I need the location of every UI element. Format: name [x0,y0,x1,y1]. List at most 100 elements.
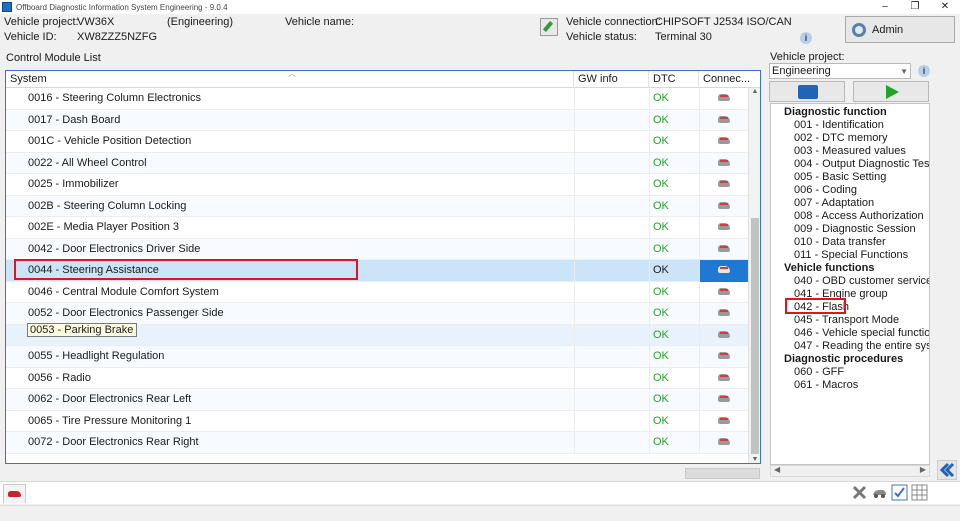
checklist-icon [891,484,908,501]
table-row[interactable]: 0062 - Door Electronics Rear Left OK [6,389,748,411]
car-tool-button[interactable] [871,484,888,501]
tool-icon-button[interactable] [851,484,868,501]
tree-category-diagnostic-procedures[interactable]: Diagnostic procedures [784,353,903,365]
tree-item[interactable]: 060 - GFF [794,366,844,378]
highlight-box-flash [785,298,846,314]
tree-category-diagnostic-function[interactable]: Diagnostic function [784,106,887,118]
scroll-right-icon[interactable]: ▶ [920,465,926,474]
dtc-cell: OK [649,217,699,239]
table-row[interactable]: 0065 - Tire Pressure Monitoring 1 OK [6,410,748,432]
table-row[interactable]: 0016 - Steering Column Electronics OK [6,88,748,110]
dtc-cell: OK [649,410,699,432]
car-connection-icon [718,309,730,316]
admin-button[interactable]: Admin [845,16,955,43]
tree-item[interactable]: 061 - Macros [794,379,858,391]
table-row[interactable]: 0025 - Immobilizer OK [6,174,748,196]
tree-item[interactable]: 003 - Measured values [794,145,906,157]
table-row[interactable]: 0072 - Door Electronics Rear Right OK [6,432,748,454]
tree-item[interactable]: 009 - Diagnostic Session [794,223,916,235]
table-row[interactable]: 0017 - Dash Board OK [6,109,748,131]
column-gw-info[interactable]: GW info [574,71,649,88]
tree-item[interactable]: 005 - Basic Setting [794,171,886,183]
vehicle-project-value: VW36X [77,16,115,28]
car-icon [873,490,886,498]
window-title: Offboard Diagnostic Information System E… [16,2,228,12]
table-row[interactable]: 0042 - Door Electronics Driver Side OK [6,238,748,260]
tree-horizontal-scrollbar[interactable]: ◀ ▶ [770,465,930,477]
highlight-box-steering-assistance [14,259,358,280]
info-icon[interactable]: i [918,65,930,77]
info-icon[interactable]: i [800,32,812,44]
system-cell: 0016 - Steering Column Electronics [28,92,202,104]
column-connection[interactable]: Connec... [699,71,751,88]
scroll-thumb[interactable] [751,218,759,454]
gw-info-cell [574,367,648,389]
scroll-left-icon[interactable]: ◀ [774,465,780,474]
scroll-down-icon[interactable]: ▼ [749,456,760,463]
table-row[interactable]: 0052 - Door Electronics Passenger Side O… [6,303,748,325]
minimize-button[interactable]: – [870,0,900,14]
car-connection-icon [718,244,730,252]
title-bar: Offboard Diagnostic Information System E… [0,0,960,14]
tree-item[interactable]: 011 - Special Functions [794,249,908,261]
tree-item[interactable]: 046 - Vehicle special functions [794,327,929,339]
home-button[interactable] [769,81,845,102]
table-row[interactable]: 0055 - Headlight Regulation OK [6,346,748,368]
table-row[interactable]: 002B - Steering Column Locking OK [6,195,748,217]
table-row[interactable]: 001C - Vehicle Position Detection OK [6,131,748,153]
system-cell: 0065 - Tire Pressure Monitoring 1 [28,414,192,427]
vehicle-id-label: Vehicle ID: [4,31,57,43]
close-window-button[interactable]: ✕ [930,0,960,14]
system-cell: 002B - Steering Column Locking [28,199,187,212]
car-connection-icon [718,330,730,338]
dtc-cell: OK [649,303,699,325]
tree-item[interactable]: 040 - OBD customer service [794,275,929,287]
gw-info-cell [574,88,648,110]
connection-cell [699,367,748,389]
table-row[interactable]: 0046 - Central Module Comfort System OK [6,281,748,303]
dtc-cell: OK [649,88,699,110]
scroll-up-icon[interactable]: ▲ [749,88,760,95]
tree-item[interactable]: 008 - Access Authorization [794,210,924,222]
chevron-down-icon: ▼ [900,67,908,76]
function-tree[interactable]: Diagnostic function 001 - Identification… [770,103,930,465]
connection-cell [699,324,748,346]
dtc-cell: OK [649,238,699,260]
dtc-cell: OK [649,174,699,196]
car-connection-icon [718,223,730,230]
start-button[interactable] [853,81,929,102]
tree-item[interactable]: 004 - Output Diagnostic Test M [794,158,929,170]
dtc-cell: OK [649,367,699,389]
tree-item[interactable]: 006 - Coding [794,184,857,196]
grid-horizontal-scrollbar[interactable] [685,468,760,479]
table-row[interactable]: 0056 - Radio OK [6,367,748,389]
tree-item[interactable]: 045 - Transport Mode [794,314,899,326]
connection-cell [699,303,748,325]
edit-vehicle-icon[interactable] [540,18,558,36]
tree-item[interactable]: 010 - Data transfer [794,236,886,248]
car-tab-icon[interactable] [3,484,26,503]
connection-cell [699,260,748,282]
grid-vertical-scrollbar[interactable]: ▲ ▼ [748,88,760,463]
play-icon [886,85,899,99]
tree-item[interactable]: 007 - Adaptation [794,197,874,209]
control-module-grid[interactable]: System ︿ GW info DTC Connec... 0016 - St… [5,70,761,464]
restore-button[interactable]: ❐ [900,0,930,14]
tree-item[interactable]: 002 - DTC memory [794,132,888,144]
column-dtc[interactable]: DTC [649,71,699,88]
grid-view-button[interactable] [911,484,928,501]
gw-info-cell [574,260,648,282]
checklist-button[interactable] [891,484,908,501]
system-cell: 0046 - Central Module Comfort System [28,285,219,298]
car-connection-icon [718,180,730,187]
tree-item[interactable]: 047 - Reading the entire syster [794,340,929,352]
collapse-panel-button[interactable] [936,459,958,481]
table-row[interactable]: 0022 - All Wheel Control OK [6,152,748,174]
vehicle-project-select[interactable]: Engineering ▼ [769,63,911,79]
tree-category-vehicle-functions[interactable]: Vehicle functions [784,262,874,274]
vehicle-mode: (Engineering) [167,16,234,28]
tree-item[interactable]: 001 - Identification [794,119,884,131]
vehicle-status-value: Terminal 30 [655,31,712,43]
car-connection-icon [718,416,730,424]
table-row[interactable]: 002E - Media Player Position 3 OK [6,217,748,239]
